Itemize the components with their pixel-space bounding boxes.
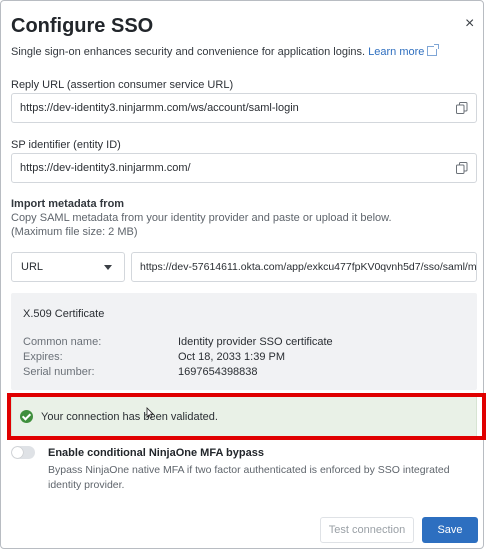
certificate-title: X.509 Certificate <box>23 308 105 320</box>
reply-url-value: https://dev-identity3.ninjarmm.com/ws/ac… <box>20 102 299 114</box>
metadata-source-value: URL <box>21 261 44 273</box>
test-connection-button[interactable]: Test connection <box>320 517 414 543</box>
sp-identifier-label: SP identifier (entity ID) <box>11 139 121 151</box>
external-link-icon <box>427 44 440 56</box>
cert-expires-value: Oct 18, 2033 1:39 PM <box>178 351 286 363</box>
copy-icon[interactable] <box>456 162 468 174</box>
save-button[interactable]: Save <box>422 517 478 543</box>
subtitle-text: Single sign-on enhances security and con… <box>11 46 366 58</box>
metadata-url-value: https://dev-57614611.okta.com/app/exkcu4… <box>140 261 477 273</box>
cert-serial-value: 1697654398838 <box>178 366 258 378</box>
reply-url-label: Reply URL (assertion consumer service UR… <box>11 79 234 91</box>
learn-more-label: Learn more <box>368 46 425 58</box>
check-circle-icon <box>20 410 33 423</box>
mfa-bypass-description: Bypass NinjaOne native MFA if two factor… <box>48 464 450 491</box>
mfa-bypass-toggle[interactable] <box>11 446 35 459</box>
metadata-source-select[interactable]: URL <box>11 252 125 282</box>
chevron-down-icon <box>104 265 112 270</box>
dialog-subtitle: Single sign-on enhances security and con… <box>11 44 440 58</box>
cert-serial-key: Serial number: <box>23 366 95 378</box>
certificate-panel: X.509 Certificate Common name: Identity … <box>11 293 477 390</box>
metadata-url-input[interactable]: https://dev-57614611.okta.com/app/exkcu4… <box>131 252 477 282</box>
cert-common-name-value: Identity provider SSO certificate <box>178 336 333 348</box>
import-metadata-help: Copy SAML metadata from your identity pr… <box>11 212 392 224</box>
validation-banner: Your connection has been validated. <box>11 395 477 437</box>
sp-identifier-field[interactable]: https://dev-identity3.ninjarmm.com/ <box>11 153 477 183</box>
validation-message: Your connection has been validated. <box>41 411 218 423</box>
learn-more-link[interactable]: Learn more <box>368 44 440 58</box>
toggle-knob <box>12 447 23 458</box>
close-icon[interactable]: × <box>465 15 474 33</box>
configure-sso-dialog: Configure SSO × Single sign-on enhances … <box>0 0 486 549</box>
import-metadata-label: Import metadata from <box>11 198 125 210</box>
import-metadata-size-note: (Maximum file size: 2 MB) <box>11 226 138 238</box>
cert-common-name-key: Common name: <box>23 336 102 348</box>
cert-expires-key: Expires: <box>23 351 63 363</box>
sp-identifier-value: https://dev-identity3.ninjarmm.com/ <box>20 162 191 174</box>
dialog-title: Configure SSO <box>11 15 154 37</box>
mfa-bypass-label: Enable conditional NinjaOne MFA bypass <box>48 447 264 459</box>
reply-url-field[interactable]: https://dev-identity3.ninjarmm.com/ws/ac… <box>11 93 477 123</box>
copy-icon[interactable] <box>456 102 468 114</box>
mouse-cursor-icon <box>146 407 154 419</box>
